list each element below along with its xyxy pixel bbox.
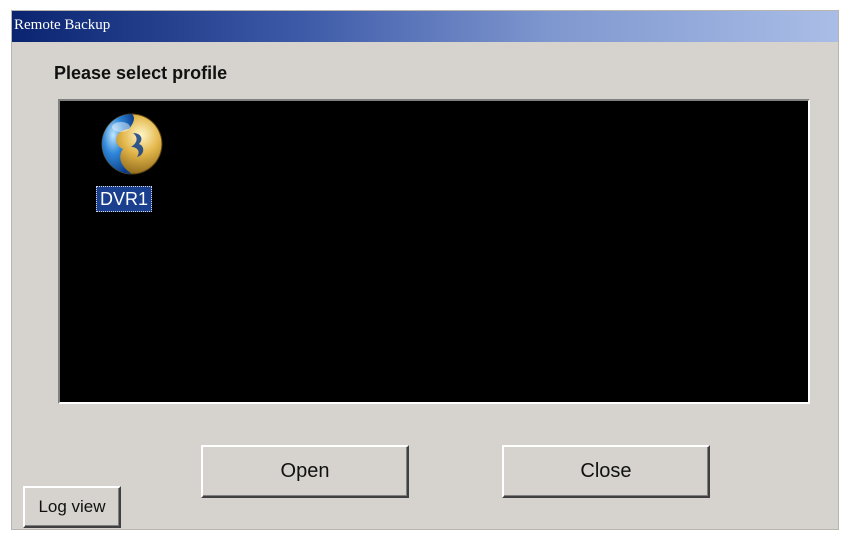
open-button[interactable]: Open (201, 445, 409, 498)
dvr-profile-icon (101, 113, 163, 175)
log-view-button[interactable]: Log view (23, 486, 121, 528)
profile-item-dvr1[interactable]: DVR1 (96, 111, 168, 221)
window-title: Remote Backup (14, 17, 111, 33)
title-bar[interactable]: Remote Backup (12, 11, 838, 42)
close-button[interactable]: Close (502, 445, 710, 498)
profile-label[interactable]: DVR1 (96, 186, 153, 212)
profile-list[interactable]: DVR1 (58, 99, 810, 404)
select-profile-prompt: Please select profile (54, 63, 228, 83)
remote-backup-dialog: Remote Backup Please select profile DVR1… (11, 10, 839, 530)
